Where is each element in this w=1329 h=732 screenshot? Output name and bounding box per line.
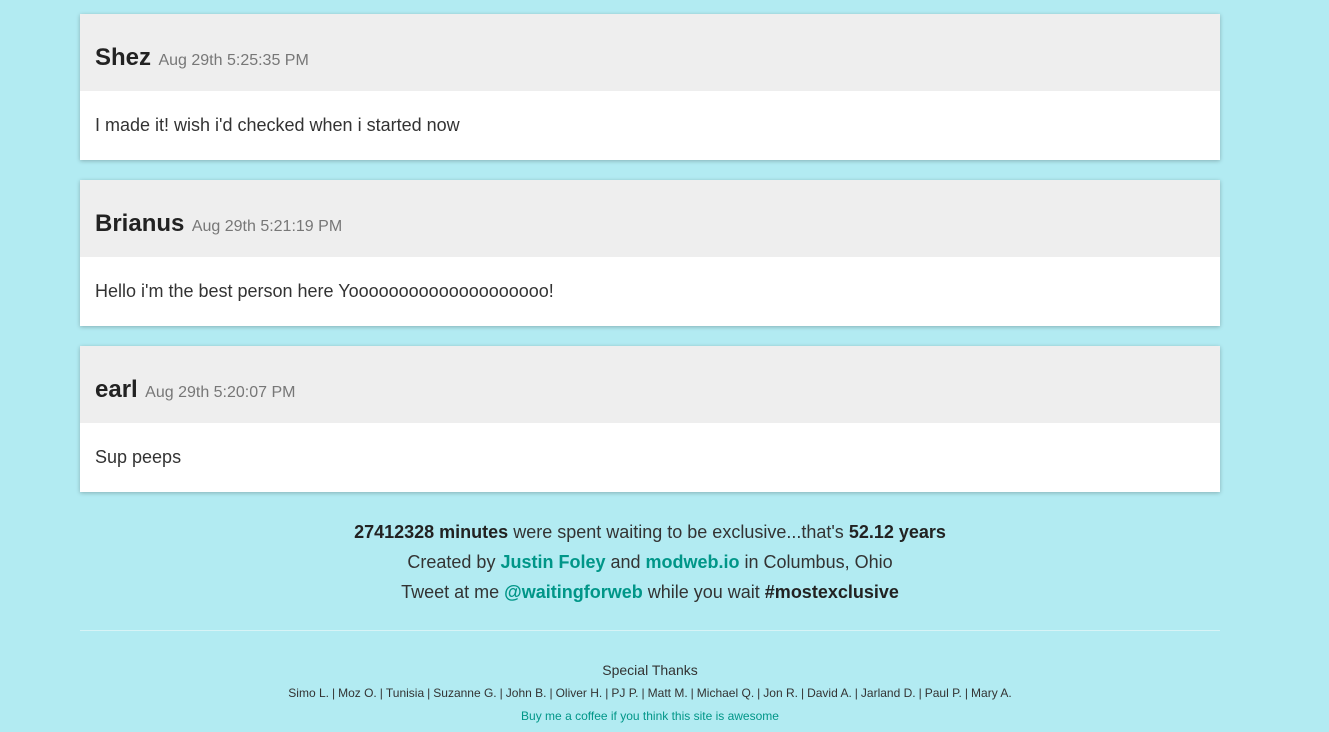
thanks-name: Suzanne G. (433, 686, 497, 700)
tweet-line: Tweet at me @waitingforweb while you wai… (80, 577, 1220, 607)
comment-header: Brianus Aug 29th 5:21:19 PM (80, 180, 1220, 257)
thanks-name: Mary A. (971, 686, 1012, 700)
comment-card: Shez Aug 29th 5:25:35 PM I made it! wish… (80, 14, 1220, 160)
name-separator: | (605, 686, 609, 700)
name-separator: | (918, 686, 922, 700)
thanks-name: Moz O. (338, 686, 377, 700)
thanks-names-list: Simo L. | Moz O. | Tunisia | Suzanne G. | John B… (80, 685, 1220, 701)
created-prefix: Created by (407, 552, 501, 572)
thanks-name: Oliver H. (555, 686, 603, 700)
name-separator: | (757, 686, 761, 700)
comment-card: earl Aug 29th 5:20:07 PM Sup peeps (80, 346, 1220, 492)
comment-timestamp: Aug 29th 5:25:35 PM (158, 52, 309, 69)
footer-divider (80, 630, 1220, 631)
waiting-text: were spent waiting to be exclusive...tha… (508, 522, 849, 542)
hashtag: #mostexclusive (764, 582, 899, 602)
thanks-name: Jon R. (763, 686, 798, 700)
buy-coffee-link[interactable]: Buy me a coffee if you think this site i… (521, 709, 779, 723)
name-separator: | (854, 686, 858, 700)
comment-text: Sup peeps (95, 447, 182, 467)
name-separator: | (427, 686, 431, 700)
thanks-name: David A. (807, 686, 852, 700)
thanks-name: Tunisia (385, 686, 425, 700)
site-summary: 27412328 minutes were spent waiting to b… (80, 517, 1220, 607)
waiting-stats-line: 27412328 minutes were spent waiting to b… (80, 517, 1220, 547)
comment-text: I made it! wish i'd checked when i start… (95, 115, 460, 135)
special-thanks: Special Thanks Simo L. | Moz O. | Tunisia | Su… (80, 661, 1220, 725)
comment-author: Brianus (95, 210, 185, 237)
years-total: 52.12 years (848, 522, 946, 542)
thanks-name: PJ P. (611, 686, 639, 700)
special-thanks-title: Special Thanks (602, 662, 698, 678)
minutes-total: 27412328 minutes (354, 522, 509, 542)
thanks-name: Michael Q. (696, 686, 755, 700)
name-separator: | (964, 686, 969, 700)
tweet-middle: while you wait (642, 582, 765, 602)
thanks-name: Jarland D. (860, 686, 916, 700)
thanks-name: Paul P. (924, 686, 962, 700)
comment-card: Brianus Aug 29th 5:21:19 PM Hello i'm th… (80, 180, 1220, 326)
location-text: in Columbus, Ohio (739, 552, 893, 572)
name-separator: | (331, 686, 336, 700)
comment-text: Hello i'm the best person here Yoooooooo… (95, 281, 554, 301)
page-content: Shez Aug 29th 5:25:35 PM I made it! wish… (80, 0, 1220, 725)
thanks-name: Simo L. (288, 686, 329, 700)
comment-author: earl (95, 376, 138, 403)
twitter-handle-link[interactable]: @waitingforweb (504, 582, 643, 602)
name-separator: | (690, 686, 694, 700)
comment-timestamp: Aug 29th 5:21:19 PM (191, 218, 343, 235)
name-separator: | (549, 686, 553, 700)
and-text: and (605, 552, 646, 572)
name-separator: | (379, 686, 383, 700)
comment-author: Shez (95, 44, 152, 71)
thanks-name: John B. (505, 686, 547, 700)
tweet-prefix: Tweet at me (401, 582, 505, 602)
name-separator: | (800, 686, 805, 700)
credits-line: Created by Justin Foley and modweb.io in… (80, 547, 1220, 577)
comment-header: Shez Aug 29th 5:25:35 PM (80, 14, 1220, 91)
company-link[interactable]: modweb.io (646, 552, 740, 572)
author-link[interactable]: Justin Foley (500, 552, 605, 572)
name-separator: | (641, 686, 645, 700)
thanks-name: Matt M. (647, 686, 688, 700)
name-separator: | (499, 686, 503, 700)
comment-timestamp: Aug 29th 5:20:07 PM (145, 384, 296, 401)
comment-header: earl Aug 29th 5:20:07 PM (80, 346, 1220, 423)
comment-list: Shez Aug 29th 5:25:35 PM I made it! wish… (80, 14, 1220, 492)
